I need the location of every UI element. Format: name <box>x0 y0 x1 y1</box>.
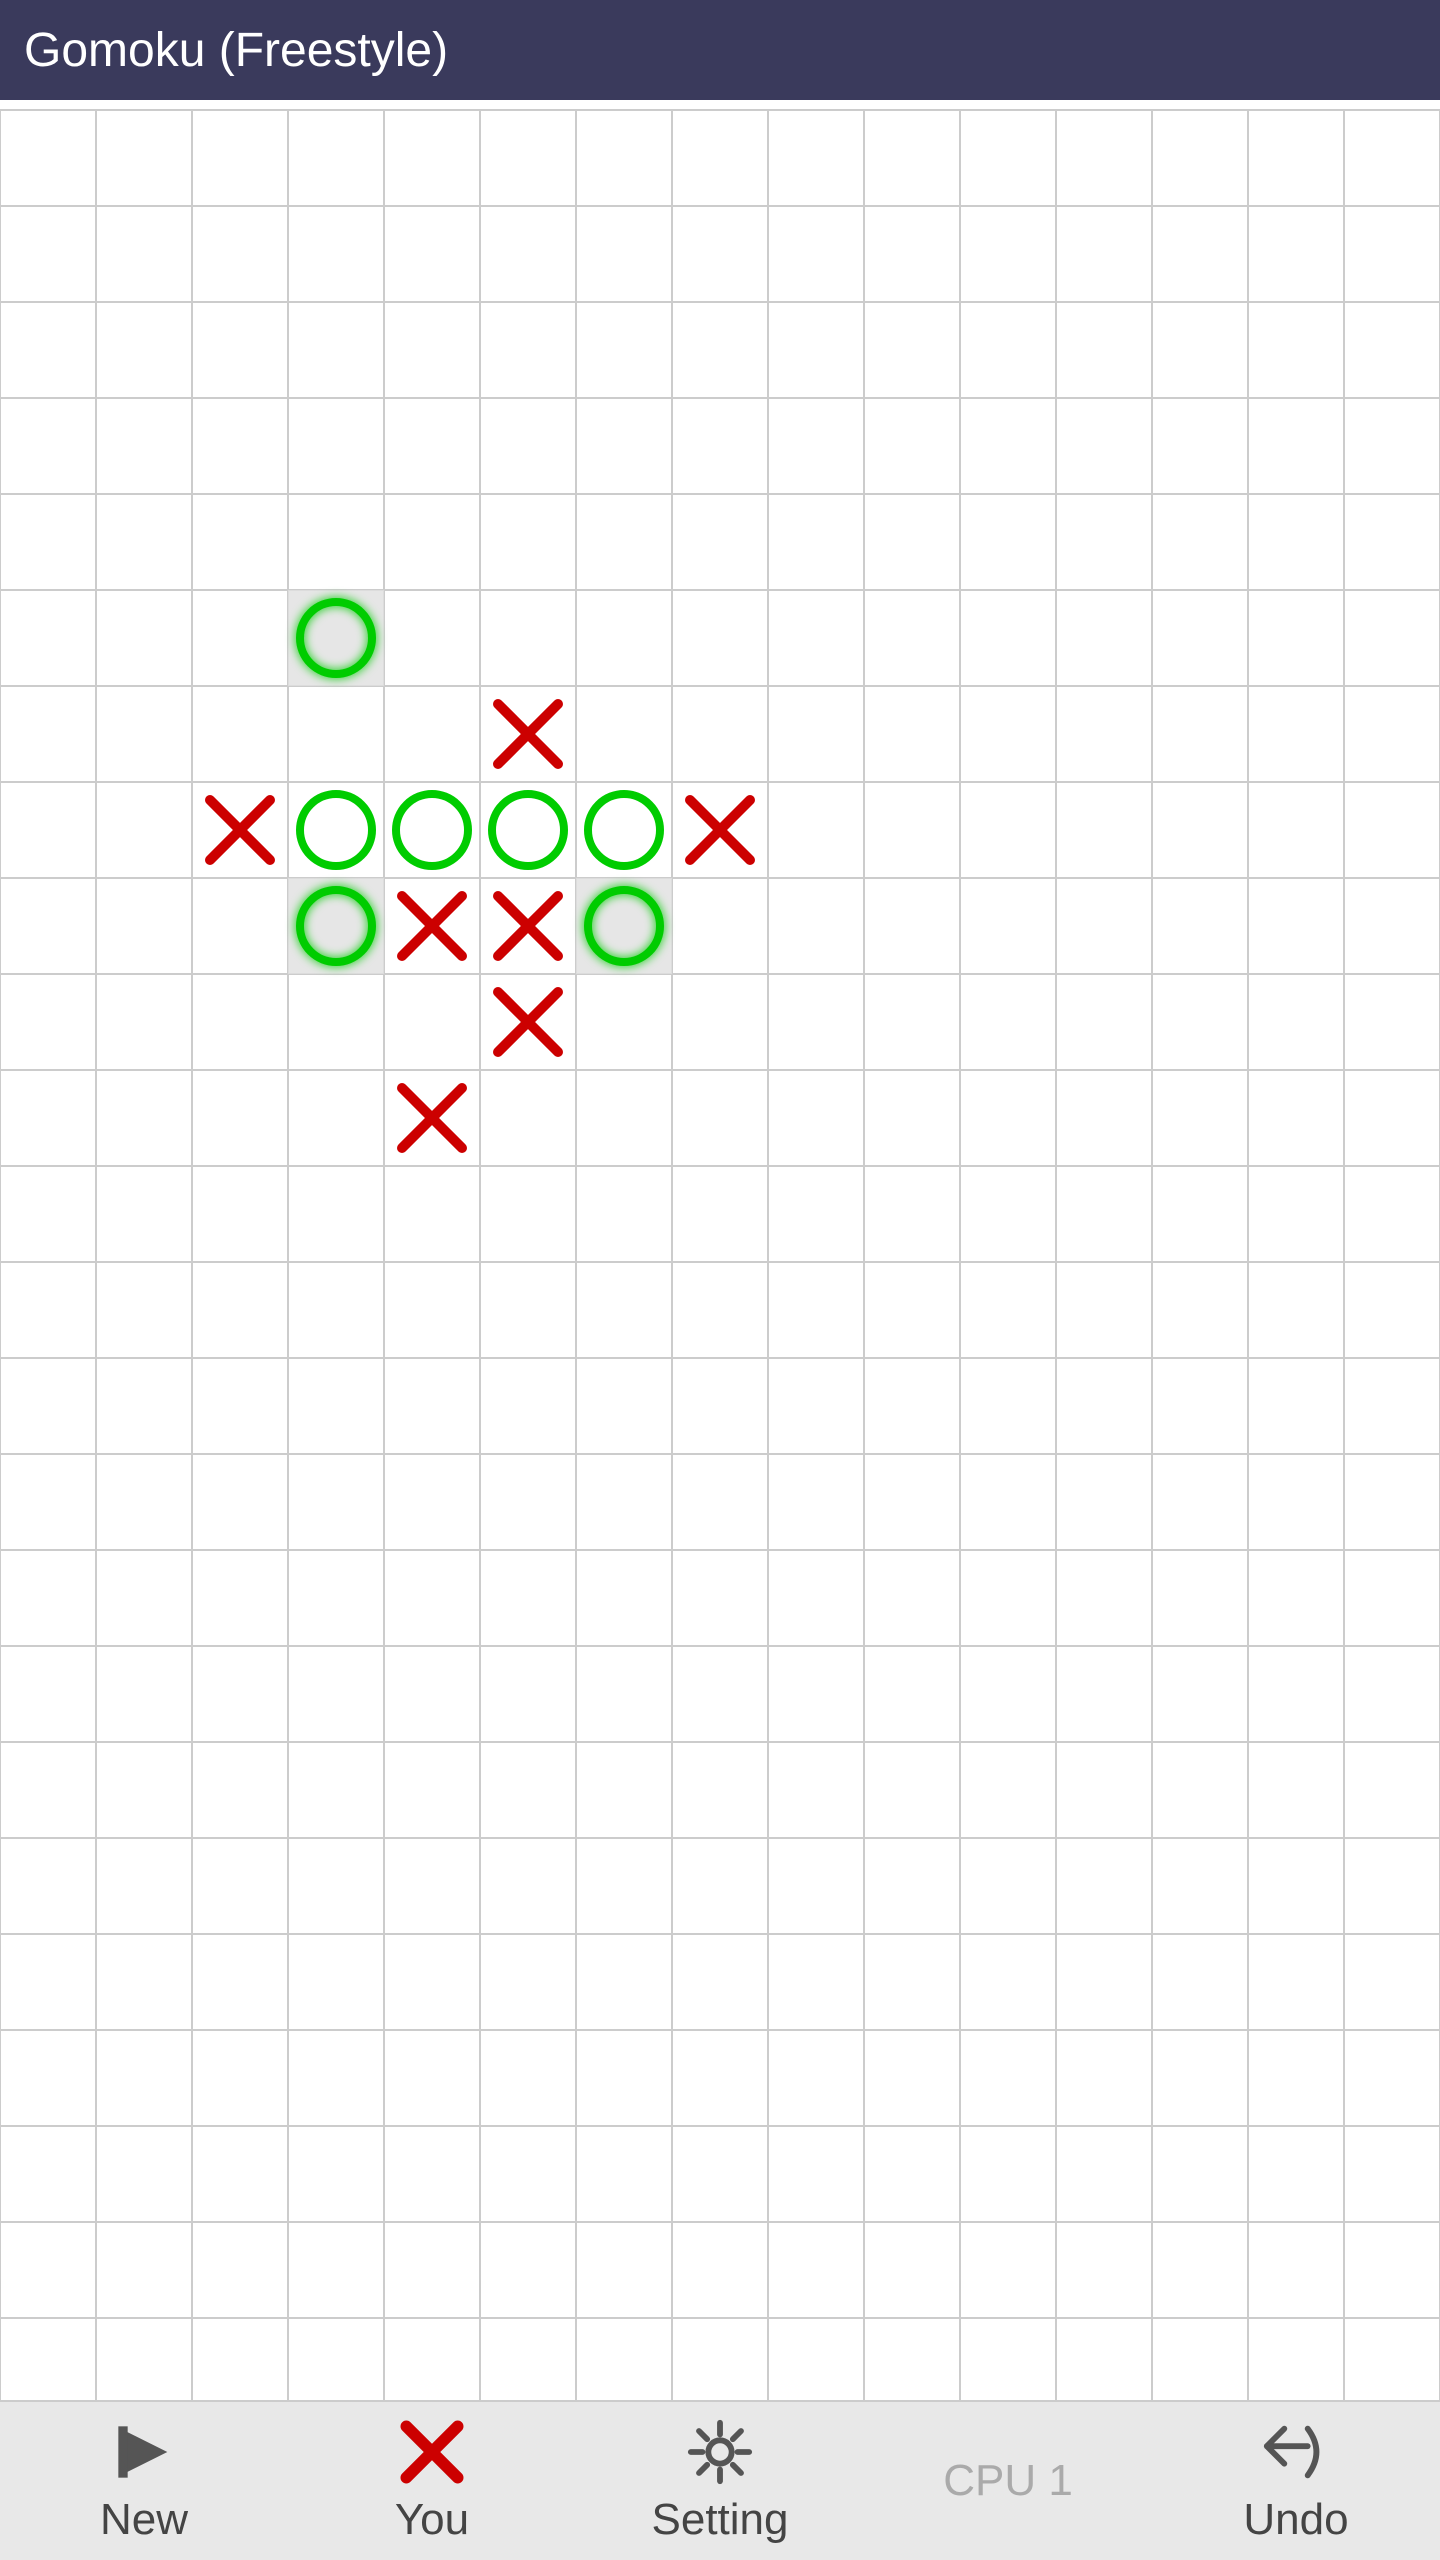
app-title: Gomoku (Freestyle) <box>24 23 448 78</box>
undo-button[interactable]: Undo <box>1156 2411 1436 2551</box>
title-bar: Gomoku (Freestyle) <box>0 0 1440 100</box>
setting-button[interactable]: Setting <box>580 2411 860 2551</box>
bottom-bar: New You Setting CPU 1 <box>0 2400 1440 2560</box>
you-button[interactable]: You <box>292 2411 572 2551</box>
you-label: You <box>395 2495 469 2545</box>
setting-label: Setting <box>652 2495 789 2545</box>
grid-lines <box>0 110 1440 2400</box>
new-label: New <box>100 2495 188 2545</box>
circle-piece-2 <box>396 794 468 866</box>
new-button[interactable]: New <box>4 2411 284 2551</box>
cpu-button: CPU 1 <box>868 2411 1148 2551</box>
game-board[interactable] <box>0 100 1440 2400</box>
undo-label: Undo <box>1243 2495 1348 2545</box>
circle-piece-4 <box>588 794 660 866</box>
undo-icon <box>1261 2417 1331 2487</box>
you-cross-icon <box>397 2417 467 2487</box>
circle-piece-3 <box>492 794 564 866</box>
circle-piece-1 <box>300 794 372 866</box>
new-icon <box>109 2417 179 2487</box>
setting-icon <box>685 2417 755 2487</box>
cpu-label: CPU 1 <box>943 2456 1073 2506</box>
